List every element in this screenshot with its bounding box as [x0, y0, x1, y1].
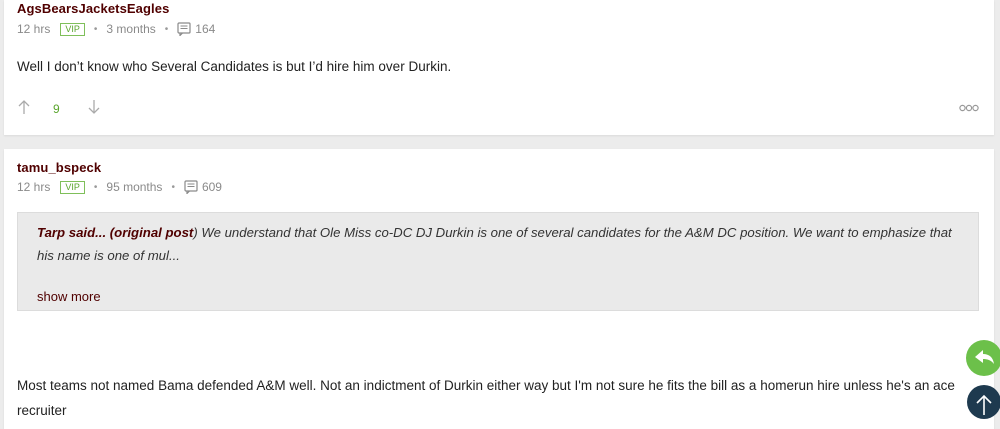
vip-badge: VIP: [60, 22, 85, 36]
post-username[interactable]: AgsBearsJacketsEagles: [17, 1, 169, 16]
comments-icon: [184, 180, 198, 194]
reply-button[interactable]: [966, 340, 1000, 376]
comments-icon: [177, 22, 191, 36]
scroll-to-top-button[interactable]: [967, 385, 1000, 419]
post-time: 12 hrs: [17, 22, 51, 36]
post-time: 12 hrs: [17, 180, 51, 194]
post-meta: 12 hrs VIP • 95 months • 609: [17, 179, 222, 195]
separator-dot: •: [93, 23, 98, 35]
reply-icon: [975, 350, 994, 364]
post-body: Well I don’t know who Several Candidates…: [17, 59, 452, 74]
arrow-down-icon[interactable]: [87, 99, 101, 115]
separator-dot: •: [93, 181, 98, 193]
arrow-up-icon[interactable]: [17, 99, 31, 115]
vote-count: 9: [53, 102, 60, 116]
member-tenure: 95 months: [106, 180, 163, 194]
post-username[interactable]: tamu_bspeck: [17, 160, 101, 175]
post-card: tamu_bspeck 12 hrs VIP • 95 months • 609…: [4, 149, 994, 429]
separator-dot: •: [171, 181, 175, 193]
show-more-link[interactable]: show more: [37, 289, 101, 304]
member-tenure: 3 months: [106, 22, 156, 36]
quoted-post: Tarp said... (original post) We understa…: [17, 212, 979, 311]
post-meta: 12 hrs VIP • 3 months • 164: [17, 21, 215, 37]
post-body-line-1: Most teams not named Bama defended A&M w…: [17, 378, 955, 393]
separator-dot: •: [164, 23, 169, 35]
post-card: AgsBearsJacketsEagles 12 hrs VIP • 3 mon…: [4, 0, 994, 135]
arrow-up-icon: [976, 394, 992, 415]
post-body-line-2: recruiter: [17, 403, 67, 418]
quote-author[interactable]: Tarp said... (original post: [37, 225, 193, 240]
quote-text: Tarp said... (original post) We understa…: [37, 221, 962, 267]
post-count: 609: [201, 180, 222, 194]
post-count: 164: [195, 22, 216, 36]
vip-badge: VIP: [60, 180, 85, 194]
more-options-icon[interactable]: [959, 104, 979, 112]
